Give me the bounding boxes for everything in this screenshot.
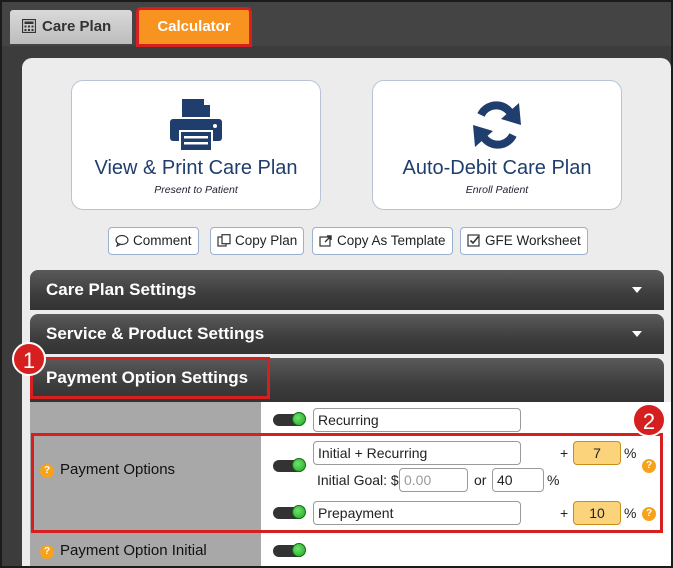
initial-goal-label: Initial Goal: $ <box>317 472 399 488</box>
toggle-knob <box>292 543 306 557</box>
prepayment-toggle[interactable] <box>273 505 306 519</box>
print-subtitle: Present to Patient <box>154 184 238 196</box>
checkbox-checked-icon <box>467 234 480 247</box>
copy-plan-label: Copy Plan <box>235 233 298 248</box>
recurring-toggle[interactable] <box>273 412 306 426</box>
callout-badge-1: 1 <box>12 342 46 376</box>
help-icon[interactable]: ? <box>642 459 656 473</box>
refresh-icon <box>473 101 521 149</box>
tab-calculator[interactable]: Calculator <box>136 7 252 47</box>
recurring-name-input[interactable]: Recurring <box>313 408 521 432</box>
debit-subtitle: Enroll Patient <box>465 184 529 196</box>
initial-recurring-name-input[interactable]: Initial + Recurring <box>313 441 521 465</box>
toggle-knob <box>292 505 306 519</box>
plus-sign: + <box>560 445 569 461</box>
print-title: View & Print Care Plan <box>94 157 298 179</box>
tab-care-plan[interactable]: Care Plan <box>10 10 132 44</box>
toggle-knob <box>292 458 306 472</box>
view-print-care-plan-button[interactable]: View & Print Care Plan Present to Patien… <box>71 80 321 210</box>
prepayment-percent-input[interactable]: 10 <box>573 501 621 525</box>
debit-title: Auto-Debit Care Plan <box>402 157 592 179</box>
help-icon[interactable]: ? <box>40 545 54 559</box>
auto-debit-care-plan-button[interactable]: Auto-Debit Care Plan Enroll Patient <box>372 80 622 210</box>
caret-down-icon <box>632 287 642 293</box>
payment-option-settings-header[interactable]: Payment Option Settings <box>30 358 664 402</box>
caret-down-icon <box>632 331 642 337</box>
copy-as-template-label: Copy As Template <box>337 233 446 248</box>
payment-options-label: ? Payment Options <box>40 461 175 478</box>
callout-badge-2: 2 <box>632 403 666 437</box>
initial-goal-amount-input[interactable]: 0.00 <box>399 468 468 492</box>
app-window: Care Plan Calculator View & Print Care P… <box>0 0 673 568</box>
copy-as-template-button[interactable]: Copy As Template <box>312 227 453 255</box>
copy-plan-button[interactable]: Copy Plan <box>210 227 305 255</box>
comment-label: Comment <box>133 233 192 248</box>
comment-button[interactable]: Comment <box>108 227 199 255</box>
initial-recurring-percent-input[interactable]: 7 <box>573 441 621 465</box>
plus-sign: + <box>560 505 569 521</box>
care-plan-settings-label: Care Plan Settings <box>46 280 197 299</box>
speech-bubble-icon <box>115 234 129 247</box>
gfe-worksheet-label: GFE Worksheet <box>485 233 581 248</box>
copy-icon <box>217 234 231 247</box>
payment-option-settings-label: Payment Option Settings <box>46 368 249 387</box>
initial-recurring-toggle[interactable] <box>273 458 306 472</box>
calculator-icon <box>22 19 36 33</box>
toggle-knob <box>292 412 306 426</box>
help-icon[interactable]: ? <box>642 507 656 521</box>
top-tab-bar: Care Plan Calculator <box>2 2 671 47</box>
or-label: or <box>474 472 487 488</box>
payment-option-initial-toggle[interactable] <box>273 543 306 557</box>
share-icon <box>319 235 332 247</box>
care-plan-settings-header[interactable]: Care Plan Settings <box>30 270 664 310</box>
percent-sign: % <box>624 505 637 521</box>
payment-option-initial-label: ? Payment Option Initial <box>40 542 207 559</box>
prepayment-name-input[interactable]: Prepayment <box>313 501 521 525</box>
percent-sign: % <box>624 445 637 461</box>
percent-sign: % <box>547 472 560 488</box>
printer-icon <box>170 99 222 152</box>
service-product-settings-label: Service & Product Settings <box>46 324 265 343</box>
tab-care-plan-label: Care Plan <box>42 18 112 35</box>
initial-goal-percent-input[interactable]: 40 <box>492 468 544 492</box>
payment-option-initial-text: Payment Option Initial <box>60 542 207 559</box>
help-icon[interactable]: ? <box>40 464 54 478</box>
payment-options-text: Payment Options <box>60 461 176 478</box>
service-product-settings-header[interactable]: Service & Product Settings <box>30 314 664 354</box>
gfe-worksheet-button[interactable]: GFE Worksheet <box>460 227 588 255</box>
